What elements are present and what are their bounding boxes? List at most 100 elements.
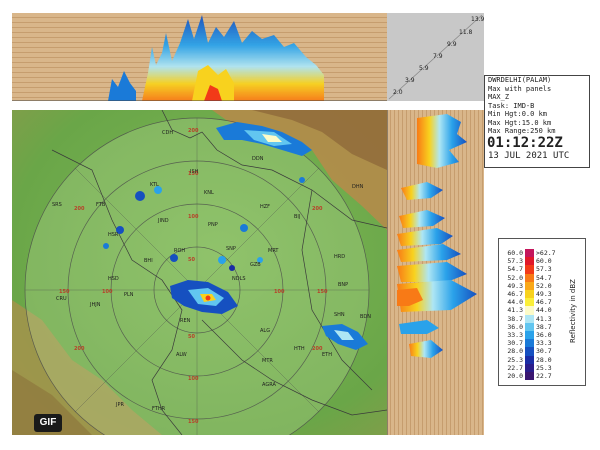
observation-date: 13 JUL 2021 UTC	[488, 150, 570, 161]
ring-label: 100	[188, 214, 199, 220]
legend-high-value: 22.7	[536, 372, 552, 380]
legend-low-value: 36.0	[507, 322, 523, 331]
right-cross-section-panel	[387, 110, 484, 435]
legend-swatch	[525, 347, 534, 356]
city-label: ALG	[260, 328, 270, 334]
city-label: JIND	[157, 218, 169, 224]
legend-swatch	[525, 257, 534, 266]
city-label: BIJ	[294, 214, 300, 220]
legend-high-value: 60.0	[536, 257, 552, 266]
legend-low-value: 22.7	[507, 363, 523, 372]
legend-swatch	[525, 331, 534, 340]
city-label: HSD	[108, 276, 119, 282]
legend-swatch	[525, 290, 534, 299]
legend-high-value: 30.7	[536, 347, 552, 356]
legend-low-value: 52.0	[507, 273, 523, 282]
legend-swatch	[525, 273, 534, 282]
legend-swatch	[525, 322, 534, 331]
legend-swatch	[525, 298, 534, 307]
legend-swatch	[525, 372, 534, 381]
right-cross-section-graphic	[387, 110, 484, 435]
city-label: MTR	[262, 358, 273, 364]
city-label: ROH	[174, 248, 185, 254]
min-height: Min Hgt:0.0 km	[488, 110, 548, 118]
task-name: Task: IMD-B	[488, 101, 535, 110]
city-label: FTHR	[152, 406, 166, 412]
legend-swatch	[525, 314, 534, 323]
ring-label: 200	[74, 346, 85, 352]
city-label: ETH	[322, 352, 332, 358]
city-label: JPR	[115, 402, 124, 408]
city-label: DDN	[252, 156, 264, 162]
city-label: SHN	[334, 312, 345, 318]
legend-low-value: 49.3	[507, 281, 523, 290]
city-label: SNP	[226, 246, 236, 252]
legend-low-value: 57.3	[507, 257, 523, 266]
city-label: MRT	[268, 248, 279, 254]
city-label: BHI	[144, 258, 153, 264]
legend-swatch	[525, 355, 534, 364]
height-label: 7.9	[433, 53, 443, 60]
city-label: PNP	[208, 222, 218, 228]
height-label: 3.9	[405, 77, 415, 84]
height-scale-graphic: 13.9 11.8 9.9 7.9 5.9 3.9 2.0	[388, 14, 484, 100]
legend-high-value: >62.7	[536, 249, 556, 257]
legend-swatch	[525, 249, 534, 258]
product-name: MAX_Z	[488, 93, 510, 101]
legend-high-value: 49.3	[536, 290, 552, 298]
height-label: 11.8	[459, 29, 473, 36]
height-label: 2.0	[393, 89, 403, 96]
legend-high-value: 46.7	[536, 298, 552, 307]
legend-high-value: 57.3	[536, 265, 552, 274]
city-label: HRD	[334, 254, 345, 260]
legend-high-value: 33.3	[536, 339, 552, 348]
legend-title: Reflectivity in dBZ	[569, 279, 577, 343]
height-label: 9.9	[447, 41, 457, 48]
legend-high-value: 54.7	[536, 273, 552, 282]
ring-label: 100	[188, 376, 199, 382]
height-label: 13.9	[471, 16, 484, 23]
legend-low-value: 25.3	[507, 355, 523, 364]
ppi-map-graphic: 200 150 100 50 50 100 150 100 150 100 15…	[12, 110, 387, 435]
city-label: HTH	[294, 346, 305, 352]
ring-label: 100	[274, 289, 285, 295]
city-label: HSR	[108, 232, 119, 238]
height-scale-corner: 13.9 11.8 9.9 7.9 5.9 3.9 2.0	[387, 13, 484, 101]
ring-label: 150	[59, 289, 70, 295]
city-label: KNL	[204, 190, 214, 196]
city-label: ALW	[176, 352, 187, 358]
legend-low-value: 20.0	[507, 372, 523, 380]
ring-label: 200	[312, 206, 323, 212]
city-label: CDH	[162, 130, 173, 136]
legend-low-value: 30.7	[507, 339, 523, 348]
legend-swatch	[525, 265, 534, 274]
ppi-map-panel: 200 150 100 50 50 100 150 100 150 100 15…	[12, 110, 387, 435]
legend-title-wrap: Reflectivity in dBZ	[563, 257, 577, 369]
legend-low-value: 46.7	[507, 290, 523, 298]
ring-label: 200	[188, 128, 199, 134]
ring-label: 50	[188, 334, 195, 340]
city-label: BDN	[360, 314, 371, 320]
legend-high-value: 38.7	[536, 322, 552, 331]
radar-image-frame: 13.9 11.8 9.9 7.9 5.9 3.9 2.0 DWRDELHI(P…	[10, 10, 590, 438]
city-label: PLN	[124, 292, 134, 298]
echo-cell	[135, 191, 145, 201]
legend-high-value: 28.0	[536, 355, 552, 364]
city-label: FTB	[96, 202, 106, 208]
legend-low-value: 38.7	[507, 314, 523, 323]
city-label: ISH	[190, 169, 199, 175]
gif-badge[interactable]: GIF	[34, 414, 62, 432]
echo-cell	[299, 177, 305, 183]
echo-cell	[205, 295, 211, 301]
ring-label: 200	[74, 206, 85, 212]
legend-high-value: 36.0	[536, 331, 552, 339]
ring-label: 50	[188, 257, 195, 263]
legend-low-value: 41.3	[507, 306, 523, 315]
ring-label: 150	[188, 419, 199, 425]
legend-low-value: 60.0	[507, 249, 523, 257]
city-label: GZB	[250, 262, 261, 268]
city-label: NDLS	[232, 276, 246, 282]
city-label: SRS	[52, 202, 62, 208]
echo-cell	[240, 224, 248, 232]
legend-high-value: 41.3	[536, 314, 552, 323]
